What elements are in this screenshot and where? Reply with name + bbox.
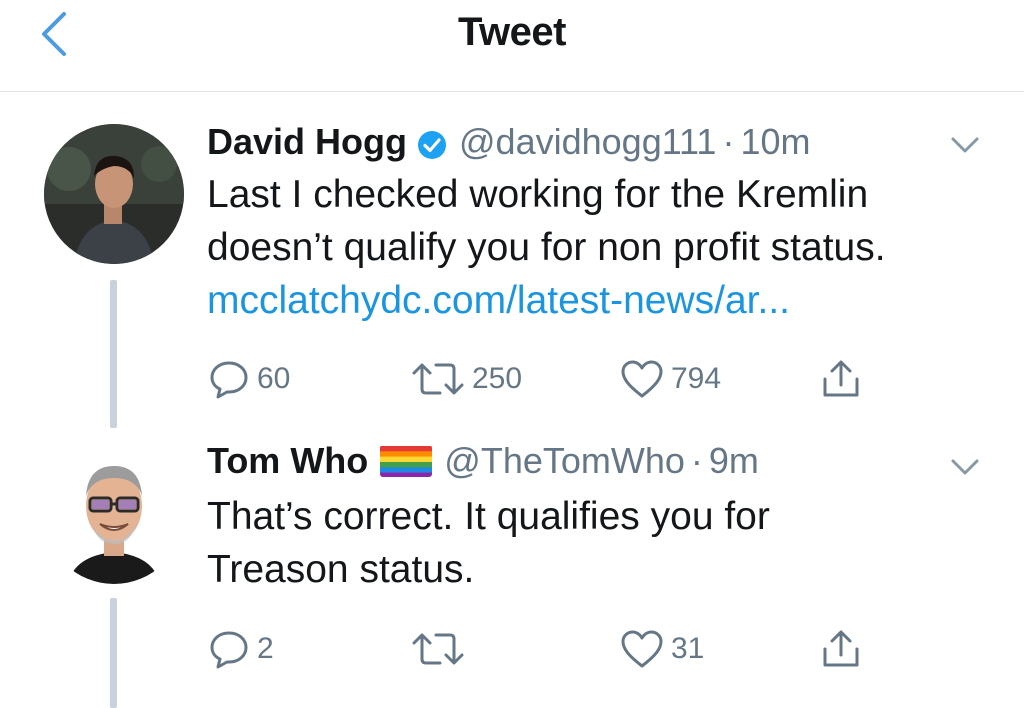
tweet-text-line: Last I checked working for the Kremlin — [207, 173, 869, 216]
like-button[interactable]: 794 — [619, 354, 721, 404]
rainbow-flag-icon — [380, 445, 433, 477]
tweet-text-line: doesn’t qualify you for non profit statu… — [207, 226, 886, 269]
retweet-button[interactable]: 250 — [410, 354, 522, 404]
tweet-body: Last I checked working for the Kremlin d… — [207, 168, 1007, 327]
author-name[interactable]: David Hogg — [207, 121, 407, 163]
share-button[interactable] — [819, 354, 863, 404]
avatar-photo — [44, 124, 184, 264]
tweet-actions: 2 31 — [207, 624, 907, 674]
tweet-header: David Hogg @davidhogg111 · 10m — [207, 117, 810, 167]
avatar-david-hogg[interactable] — [44, 124, 184, 264]
tweet-text-line: That’s correct. It qualifies you for — [207, 495, 770, 538]
tweet-header: Tom Who @TheTomWho · 9m — [207, 436, 759, 486]
reply-count: 2 — [257, 632, 274, 665]
like-icon — [621, 630, 663, 668]
caret-down-icon — [951, 459, 979, 475]
reply-button[interactable]: 2 — [207, 624, 274, 674]
retweet-count: 250 — [472, 362, 523, 395]
reply-count: 60 — [257, 362, 291, 395]
thread-line — [110, 280, 117, 428]
reply-icon — [210, 361, 248, 399]
tweet-menu-button[interactable] — [945, 130, 985, 160]
like-button[interactable]: 31 — [619, 624, 704, 674]
author-handle[interactable]: @TheTomWho — [444, 440, 685, 482]
separator-dot: · — [690, 440, 703, 481]
tweet-link[interactable]: mcclatchydc.com/latest-news/ar... — [207, 274, 1007, 327]
retweet-icon — [412, 633, 464, 665]
tweet-body: That’s correct. It qualifies you for Tre… — [207, 490, 1007, 596]
thread-line — [110, 598, 117, 708]
tweet-menu-button[interactable] — [945, 452, 985, 482]
author-handle[interactable]: @davidhogg111 — [459, 121, 716, 163]
page-title: Tweet — [458, 10, 566, 54]
reply-icon — [210, 631, 248, 669]
caret-down-icon — [951, 137, 979, 153]
author-name[interactable]: Tom Who — [207, 440, 368, 482]
avatar-tom-who[interactable] — [44, 444, 184, 584]
share-icon — [823, 360, 859, 397]
separator-dot: · — [722, 121, 735, 162]
like-count: 31 — [671, 632, 705, 665]
share-icon — [823, 630, 859, 667]
tweet-timestamp[interactable]: 10m — [740, 121, 810, 163]
tweet-timestamp[interactable]: 9m — [709, 440, 759, 482]
tweet-actions: 60 250 794 — [207, 354, 907, 404]
share-button[interactable] — [819, 624, 863, 674]
like-icon — [621, 360, 663, 398]
verified-badge-icon — [417, 127, 447, 159]
top-bar: Tweet — [0, 0, 1024, 92]
avatar-photo — [44, 444, 184, 584]
tweet-text-line: Treason status. — [207, 548, 475, 591]
reply-button[interactable]: 60 — [207, 354, 290, 404]
like-count: 794 — [671, 362, 722, 395]
retweet-button[interactable] — [410, 624, 472, 674]
retweet-icon — [412, 363, 464, 395]
